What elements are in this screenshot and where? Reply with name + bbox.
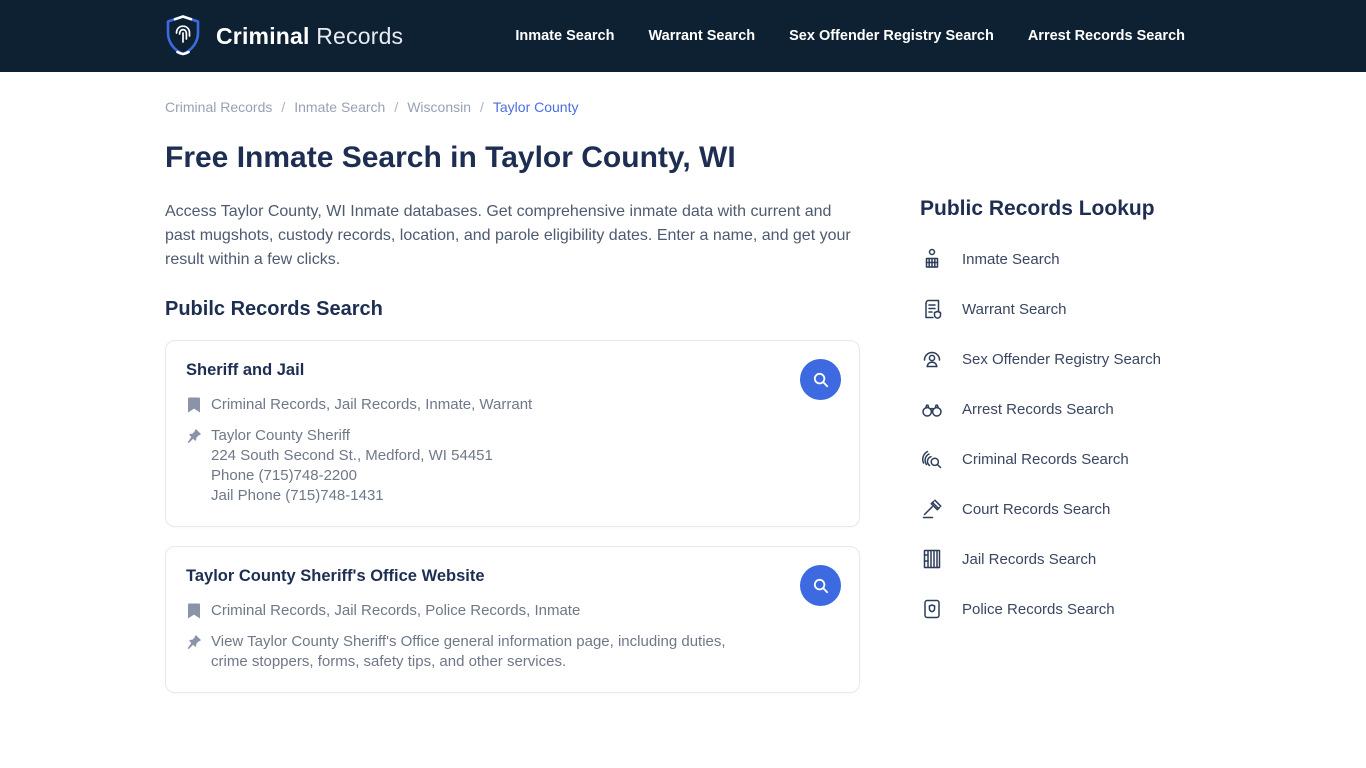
card-details: View Taylor County Sheriff's Office gene… <box>211 633 726 670</box>
sidebar-item-label: Jail Records Search <box>962 550 1097 568</box>
pin-icon <box>186 633 202 651</box>
warrant-search-icon <box>920 297 944 321</box>
detail-line: Taylor County Sheriff <box>211 427 350 444</box>
breadcrumb-inmate-search[interactable]: Inmate Search <box>294 99 385 115</box>
sidebar-item-label: Sex Offender Registry Search <box>962 350 1161 368</box>
police-badge-icon <box>920 597 944 621</box>
nav-arrest-records-search[interactable]: Arrest Records Search <box>1028 28 1185 44</box>
breadcrumb-separator: / <box>480 99 484 115</box>
card-search-button[interactable] <box>800 565 841 606</box>
card-title-link[interactable]: Sheriff and Jail <box>186 361 304 380</box>
main-column: Criminal Records / Inmate Search / Wisco… <box>165 99 860 693</box>
bookmark-icon <box>186 602 202 620</box>
sidebar-item-warrant-search[interactable]: Warrant Search <box>920 284 1210 334</box>
sidebar-item-label: Inmate Search <box>962 250 1060 268</box>
nav-inmate-search[interactable]: Inmate Search <box>515 28 614 44</box>
card-title-link[interactable]: Taylor County Sheriff's Office Website <box>186 567 485 586</box>
intro-paragraph: Access Taylor County, WI Inmate database… <box>165 203 851 268</box>
card-details-row: View Taylor County Sheriff's Office gene… <box>186 632 839 672</box>
sidebar-list: Inmate Search Warrant Search Sex Offende… <box>920 234 1210 634</box>
sidebar-item-jail-records-search[interactable]: Jail Records Search <box>920 534 1210 584</box>
breadcrumb-separator: / <box>281 99 286 115</box>
jail-bars-icon <box>920 547 944 571</box>
sidebar-item-inmate-search[interactable]: Inmate Search <box>920 234 1210 284</box>
card-categories-row: Criminal Records, Jail Records, Police R… <box>186 601 839 621</box>
card-categories-row: Criminal Records, Jail Records, Inmate, … <box>186 395 839 415</box>
inmate-search-icon <box>920 247 944 271</box>
breadcrumb-wisconsin[interactable]: Wisconsin <box>407 99 471 115</box>
sidebar-item-label: Court Records Search <box>962 500 1111 518</box>
card-categories: Criminal Records, Jail Records, Inmate, … <box>211 396 533 413</box>
detail-line: 224 South Second St., Medford, WI 54451 <box>211 447 493 464</box>
card-categories: Criminal Records, Jail Records, Police R… <box>211 602 581 619</box>
result-card-sheriff-and-jail: Sheriff and Jail Criminal Records, Jail … <box>165 340 860 527</box>
card-details: Taylor County Sheriff 224 South Second S… <box>211 426 493 506</box>
gavel-icon <box>920 497 944 521</box>
card-search-button[interactable] <box>800 359 841 400</box>
result-card-sheriff-office-website: Taylor County Sheriff's Office Website C… <box>165 546 860 693</box>
breadcrumb-taylor-county[interactable]: Taylor County <box>493 99 579 115</box>
section-heading: Pubilc Records Search <box>165 298 383 320</box>
breadcrumb: Criminal Records / Inmate Search / Wisco… <box>165 99 860 115</box>
bookmark-icon <box>186 396 202 414</box>
pin-icon <box>186 427 202 445</box>
nav-sex-offender-registry-search[interactable]: Sex Offender Registry Search <box>789 28 994 44</box>
sidebar-item-label: Police Records Search <box>962 600 1115 618</box>
detail-line: Phone (715)748-2200 <box>211 467 357 484</box>
brand-logo[interactable]: Criminal Records <box>163 14 403 58</box>
sidebar-item-label: Criminal Records Search <box>962 450 1129 468</box>
nav-warrant-search[interactable]: Warrant Search <box>648 28 755 44</box>
breadcrumb-criminal-records[interactable]: Criminal Records <box>165 99 272 115</box>
public-records-sidebar: Public Records Lookup Inmate Search Warr… <box>920 197 1210 693</box>
brand-name: Criminal Records <box>216 23 403 50</box>
sidebar-item-criminal-records-search[interactable]: Criminal Records Search <box>920 434 1210 484</box>
sex-offender-registry-icon <box>920 347 944 371</box>
detail-line: Jail Phone (715)748-1431 <box>211 487 384 504</box>
card-details-row: Taylor County Sheriff 224 South Second S… <box>186 426 839 506</box>
brand-name-regular: Records <box>316 22 404 49</box>
page-content: Criminal Records / Inmate Search / Wisco… <box>0 72 1366 693</box>
search-icon <box>812 371 830 389</box>
breadcrumb-separator: / <box>394 99 399 115</box>
main-nav: Inmate Search Warrant Search Sex Offende… <box>515 28 1185 44</box>
search-icon <box>812 577 830 595</box>
sidebar-item-sex-offender-registry-search[interactable]: Sex Offender Registry Search <box>920 334 1210 384</box>
shield-fingerprint-icon <box>163 14 203 58</box>
sidebar-item-label: Arrest Records Search <box>962 400 1114 418</box>
fingerprint-search-icon <box>920 447 944 471</box>
sidebar-item-arrest-records-search[interactable]: Arrest Records Search <box>920 384 1210 434</box>
sidebar-heading: Public Records Lookup <box>920 197 1155 220</box>
page-title: Free Inmate Search in Taylor County, WI <box>165 141 736 174</box>
sidebar-item-label: Warrant Search <box>962 300 1067 318</box>
sidebar-item-police-records-search[interactable]: Police Records Search <box>920 584 1210 634</box>
brand-name-bold: Criminal <box>216 22 310 49</box>
sidebar-item-court-records-search[interactable]: Court Records Search <box>920 484 1210 534</box>
handcuffs-icon <box>920 397 944 421</box>
top-navbar: Criminal Records Inmate Search Warrant S… <box>0 0 1366 72</box>
